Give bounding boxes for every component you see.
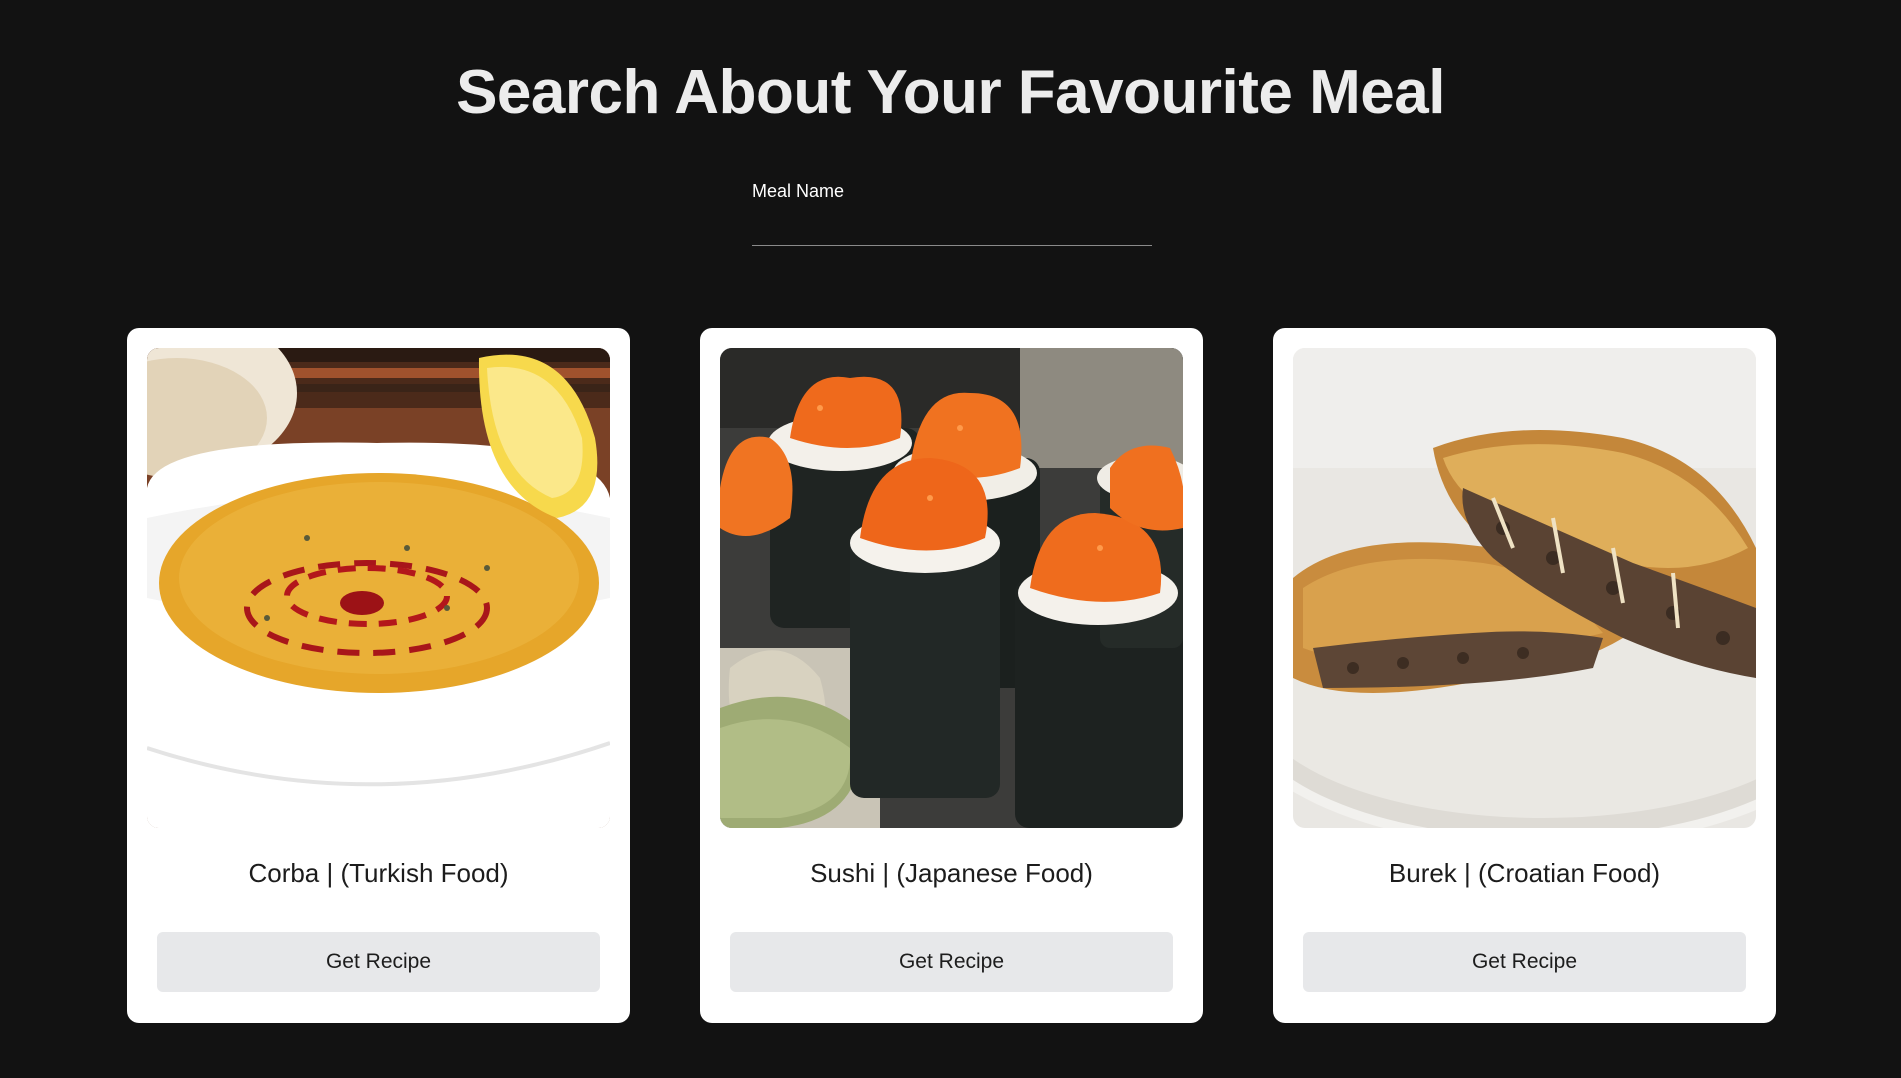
meal-card: Burek | (Croatian Food) Get Recipe — [1273, 328, 1776, 1023]
get-recipe-button[interactable]: Get Recipe — [730, 932, 1173, 992]
search-field: Meal Name — [752, 178, 1152, 248]
get-recipe-button[interactable]: Get Recipe — [1303, 932, 1746, 992]
meal-cards: Corba | (Turkish Food) Get Recipe Sushi … — [127, 328, 1777, 1023]
search-label: Meal Name — [752, 181, 845, 201]
meal-image-corba — [147, 348, 610, 828]
page: Search About Your Favourite Meal Meal Na… — [0, 0, 1901, 1078]
meal-name-input[interactable] — [752, 208, 1152, 246]
meal-card: Corba | (Turkish Food) Get Recipe — [127, 328, 630, 1023]
meal-card: Sushi | (Japanese Food) Get Recipe — [700, 328, 1203, 1023]
meal-image-burek — [1293, 348, 1756, 828]
page-title: Search About Your Favourite Meal — [456, 58, 1445, 127]
get-recipe-button[interactable]: Get Recipe — [157, 932, 600, 992]
meal-title: Sushi | (Japanese Food) — [810, 858, 1093, 888]
meal-title: Burek | (Croatian Food) — [1388, 858, 1661, 888]
meal-image-sushi — [720, 348, 1183, 828]
meal-title: Corba | (Turkish Food) — [248, 858, 509, 888]
